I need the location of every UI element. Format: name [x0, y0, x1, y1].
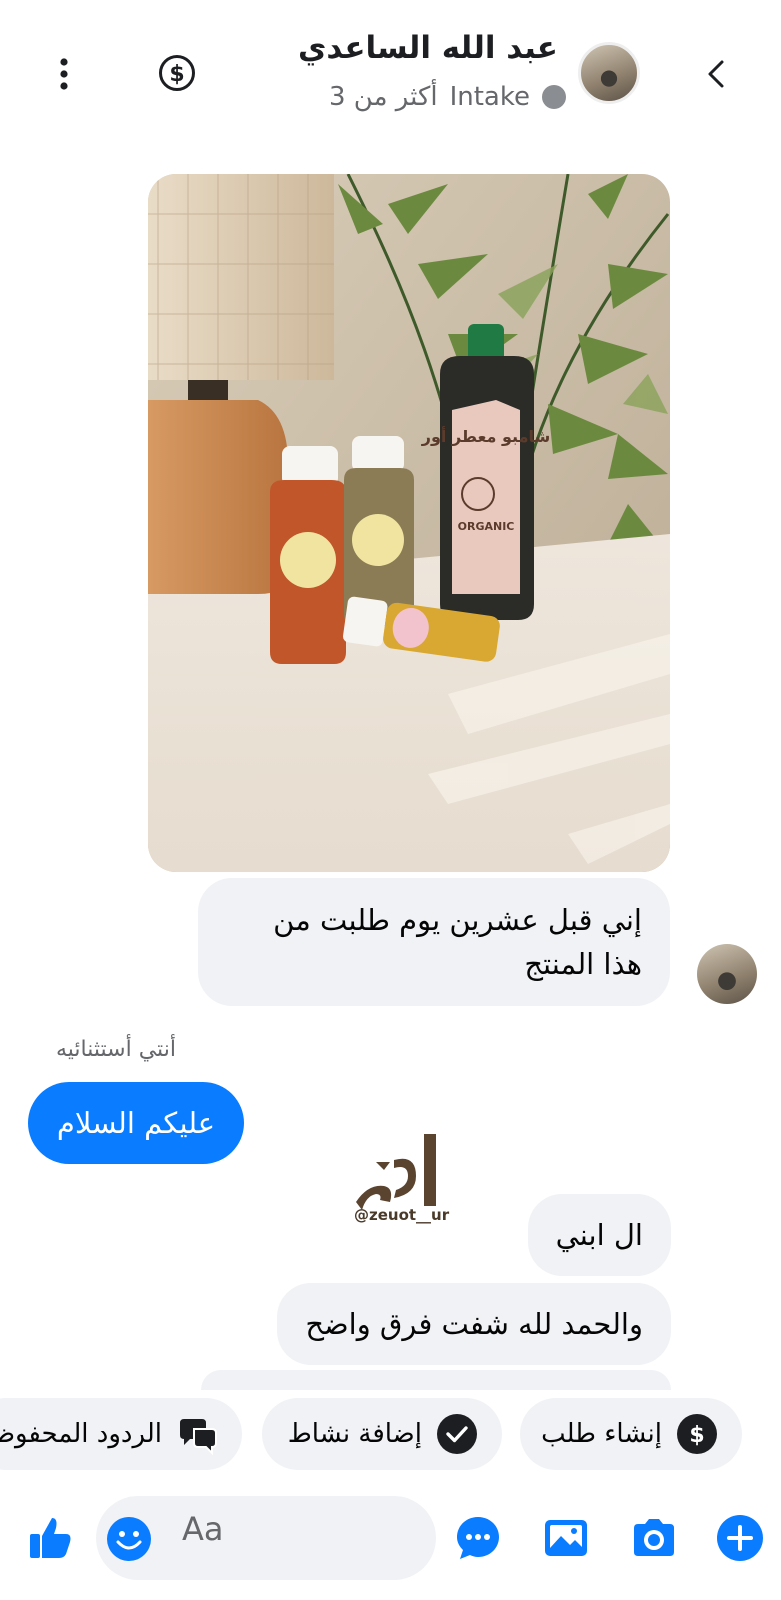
- chat-header: عبد الله الساعدي Intake أكثر من 3 $: [0, 0, 781, 130]
- status-label: Intake: [449, 82, 530, 112]
- reply-context-label: أنتي أستثنائيه: [56, 1037, 176, 1062]
- emoji-icon[interactable]: [106, 1516, 152, 1562]
- saved-replies-label: الردود المحفوظة: [0, 1419, 162, 1449]
- dollar-icon: $: [677, 1414, 717, 1454]
- add-activity-chip[interactable]: إضافة نشاط: [262, 1398, 502, 1470]
- incoming-message[interactable]: والحمد لله شفت فرق واضح: [277, 1283, 671, 1365]
- bottle-label-arabic: شامبو معطر أور: [421, 426, 550, 446]
- chat-bubbles-icon: [180, 1419, 217, 1455]
- saved-replies-chip[interactable]: الردود المحفوظة: [0, 1398, 242, 1470]
- svg-text:$: $: [689, 1423, 704, 1448]
- camera-icon[interactable]: [630, 1514, 678, 1562]
- create-order-label: إنشاء طلب: [541, 1419, 662, 1449]
- quick-actions-bar: $ إنشاء طلب إضافة نشاط الردود المحفوظة: [0, 1398, 781, 1472]
- watermark-handle: @zeuot__ur: [354, 1206, 450, 1224]
- status-dot-icon: [542, 85, 566, 109]
- check-circle-icon: [437, 1414, 477, 1454]
- contact-status: Intake أكثر من 3: [329, 82, 566, 112]
- incoming-message[interactable]: ال ابني: [527, 1194, 671, 1276]
- chat-bubble-icon[interactable]: [454, 1514, 502, 1562]
- product-photo-illustration: شامبو معطر أور ORGANIC: [148, 174, 670, 872]
- sender-avatar[interactable]: [697, 944, 757, 1004]
- incoming-message-partial: [201, 1370, 671, 1390]
- add-activity-label: إضافة نشاط: [287, 1419, 422, 1449]
- message-composer: Aa: [0, 1488, 781, 1600]
- product-photo[interactable]: شامبو معطر أور ORGANIC: [148, 174, 670, 872]
- add-plus-icon[interactable]: [716, 1514, 764, 1562]
- bottle-label-organic: ORGANIC: [458, 520, 515, 533]
- status-time: أكثر من 3: [329, 82, 438, 112]
- payment-dollar-icon[interactable]: $: [158, 54, 196, 92]
- back-chevron-icon[interactable]: [700, 56, 736, 92]
- like-thumbs-up-icon[interactable]: [26, 1514, 74, 1562]
- outgoing-message[interactable]: عليكم السلام: [28, 1082, 244, 1164]
- create-order-chip[interactable]: $ إنشاء طلب: [520, 1398, 742, 1470]
- input-placeholder[interactable]: Aa: [182, 1510, 224, 1548]
- more-options-icon[interactable]: [52, 54, 76, 94]
- incoming-message[interactable]: إني قبل عشرين يوم طلبت من هذا المنتج: [198, 878, 670, 1006]
- contact-name[interactable]: عبد الله الساعدي: [298, 30, 558, 66]
- gallery-image-icon[interactable]: [542, 1514, 590, 1562]
- svg-text:$: $: [169, 62, 184, 87]
- contact-avatar[interactable]: [578, 42, 640, 104]
